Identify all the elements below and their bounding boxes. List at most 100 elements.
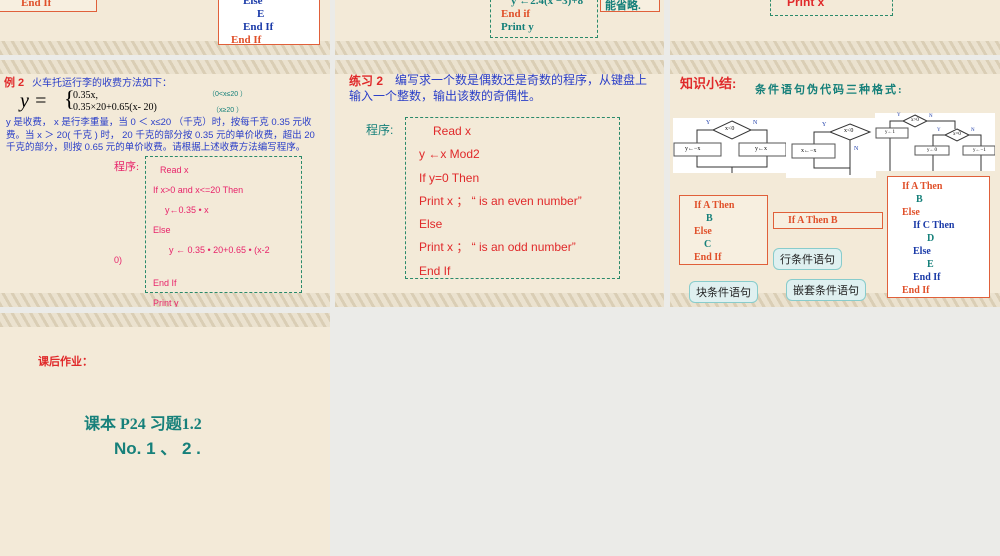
slide-partial-2[interactable]: y ←2.4(x −3)+8 End if Print y 能省略. bbox=[335, 0, 664, 55]
code-line: E bbox=[257, 8, 265, 20]
program-label: 程序: bbox=[114, 161, 140, 173]
flowchart-if: Y N x<0 x←−x bbox=[786, 118, 876, 178]
note-box: 能省略. bbox=[600, 0, 660, 12]
flowchart-cond: x<0 bbox=[844, 128, 854, 134]
program-code: Read x If x>0 and x<=20 Then y←0.35 • x … bbox=[153, 160, 270, 307]
summary-subtitle: 条件语句伪代码三种格式: bbox=[755, 84, 904, 96]
code-line: End If bbox=[694, 252, 722, 263]
nested-if-box: If A Then B Else If C Then D Else E End … bbox=[887, 176, 990, 298]
code-line: Read x bbox=[433, 124, 472, 138]
code-line: End If bbox=[243, 21, 274, 33]
code-line: If A Then bbox=[694, 200, 735, 211]
flowchart-nested: Y N x>0 y←1 Y N x=0 y←0 y←−1 bbox=[875, 113, 995, 171]
code-line: End If bbox=[231, 34, 262, 46]
code-line: If y=0 Then bbox=[419, 170, 480, 185]
exercise-title: 编写求一个数是偶数还是奇数的程序，从键盘上输入一个整数，输出该数的奇偶性。 bbox=[349, 73, 648, 103]
flowchart-step: x←−x bbox=[801, 148, 817, 154]
code-line: If A Then bbox=[902, 181, 943, 192]
code-line: End If bbox=[902, 285, 930, 296]
code-line: E bbox=[927, 259, 934, 270]
code-line: B bbox=[706, 213, 713, 224]
code-line: Else bbox=[902, 207, 920, 218]
callout-nested-if: 嵌套条件语句 bbox=[786, 279, 866, 301]
formula-cond-2: （x≥20 ） bbox=[212, 107, 244, 114]
border-band bbox=[670, 41, 1000, 55]
flowchart-if-else: Y N x<0 y←−x y←x bbox=[673, 118, 790, 173]
problem-description: y 是收费， x 是行李重量，当 0 ＜ x≤20 （千克）时，按每千克 0.3… bbox=[6, 117, 315, 154]
code-line: Else bbox=[419, 217, 443, 232]
flowchart-step: y←1 bbox=[885, 130, 895, 135]
slide-homework[interactable]: 课后作业： 课本 P24 习题1.2 No. 1 、 2 . bbox=[0, 313, 330, 556]
block-if-box: If A Then B Else C End If bbox=[679, 195, 768, 265]
code-line: End If bbox=[913, 272, 941, 283]
callout-block-if: 块条件语句 bbox=[689, 281, 758, 303]
border-band bbox=[335, 293, 664, 307]
code-box-nested: Else E End If End If bbox=[218, 0, 320, 46]
homework-title: 课后作业： bbox=[38, 356, 93, 368]
flowchart-yes: Y bbox=[897, 113, 901, 118]
code-line: Read x bbox=[160, 165, 189, 175]
flowchart-step: y←−1 bbox=[973, 148, 986, 153]
border-band bbox=[0, 313, 330, 327]
flowchart-no: N bbox=[854, 146, 859, 152]
code-line: Else bbox=[153, 225, 171, 235]
slide-summary[interactable]: 知识小结: 条件语句伪代码三种格式: Y N x<0 y←−x y←x Y N … bbox=[670, 60, 1000, 307]
example-label: 例 2 bbox=[4, 77, 25, 89]
flowchart-cond: x<0 bbox=[725, 126, 735, 132]
border-band bbox=[670, 60, 1000, 74]
slide-exercise-2[interactable]: 练习 2 编写求一个数是偶数还是奇数的程序，从键盘上输入一个整数，输出该数的奇偶… bbox=[335, 60, 664, 307]
code-line: Else bbox=[243, 0, 263, 7]
line-if-box: If A Then B bbox=[773, 212, 883, 229]
code-line: y ← 0.35 • 20+0.65 • (x-2 bbox=[169, 245, 270, 255]
slide-partial-1[interactable]: End If Else E End If End If bbox=[0, 0, 330, 55]
flowchart-no: N bbox=[971, 128, 975, 133]
code-line: If C Then bbox=[913, 220, 955, 231]
code-line: Else bbox=[913, 246, 931, 257]
code-box: Print x bbox=[770, 0, 893, 16]
code-line: If A Then B bbox=[788, 215, 838, 226]
code-line: If x>0 and x<=20 Then bbox=[153, 185, 244, 195]
formula-case-2: 0.35×20+0.65(x- 20) bbox=[73, 102, 157, 113]
border-band bbox=[0, 60, 330, 74]
code-line: Print y bbox=[153, 298, 179, 307]
code-line: y ←2.4(x −3)+8 bbox=[511, 0, 584, 7]
code-line: y ←x Mod2 bbox=[419, 147, 480, 162]
code-line: End If bbox=[419, 263, 451, 278]
flowchart-cond: x>0 bbox=[911, 118, 919, 123]
flowchart-step: y←−x bbox=[685, 146, 701, 152]
flowchart-step: y←x bbox=[755, 146, 767, 152]
border-band bbox=[335, 41, 664, 55]
flowchart-step: y←0 bbox=[927, 148, 937, 153]
callout-line-if: 行条件语句 bbox=[773, 248, 842, 270]
code-line: Print x ； “ is an even number” bbox=[419, 193, 582, 208]
code-line: End if bbox=[501, 8, 531, 20]
flowchart-yes: Y bbox=[937, 128, 941, 133]
code-line: y←0.35 • x bbox=[165, 205, 209, 215]
slide-example-2[interactable]: 例 2 火车托运行李的收费方法如下： y = { 0.35x, 0.35×20+… bbox=[0, 60, 330, 307]
formula-cond-1: （0<x≤20 ） bbox=[208, 91, 248, 98]
homework-line-2: No. 1 、 2 . bbox=[114, 439, 201, 458]
code-line: Print x ； “ is an odd number” bbox=[419, 240, 576, 255]
formula-y: y = bbox=[20, 90, 48, 112]
formula-case-1: 0.35x, bbox=[73, 90, 98, 101]
flowchart-no: N bbox=[929, 114, 933, 119]
code-line: B bbox=[916, 194, 923, 205]
example-title: 火车托运行李的收费方法如下： bbox=[32, 78, 172, 89]
program-code: Read x y ←x Mod2 If y=0 Then Print x ； “… bbox=[419, 120, 582, 283]
program-label: 程序: bbox=[366, 123, 394, 137]
flowchart-cond: x=0 bbox=[953, 132, 961, 137]
code-line: End If bbox=[153, 278, 177, 288]
code-box: End If bbox=[0, 0, 97, 12]
code-box: y ←2.4(x −3)+8 End if Print y bbox=[490, 0, 598, 38]
slide-partial-3[interactable]: Print x bbox=[670, 0, 1000, 55]
code-line: Else bbox=[694, 226, 712, 237]
code-line: C bbox=[704, 239, 712, 250]
homework-line-1: 课本 P24 习题1.2 bbox=[84, 416, 202, 433]
flowchart-yes: Y bbox=[822, 122, 827, 128]
flowchart-yes: Y bbox=[706, 120, 711, 126]
code-line: Print y bbox=[501, 21, 534, 33]
code-line: D bbox=[927, 233, 935, 244]
summary-title: 知识小结: bbox=[680, 76, 737, 91]
flowchart-no: N bbox=[753, 120, 758, 126]
code-overflow: 0) bbox=[114, 255, 123, 265]
